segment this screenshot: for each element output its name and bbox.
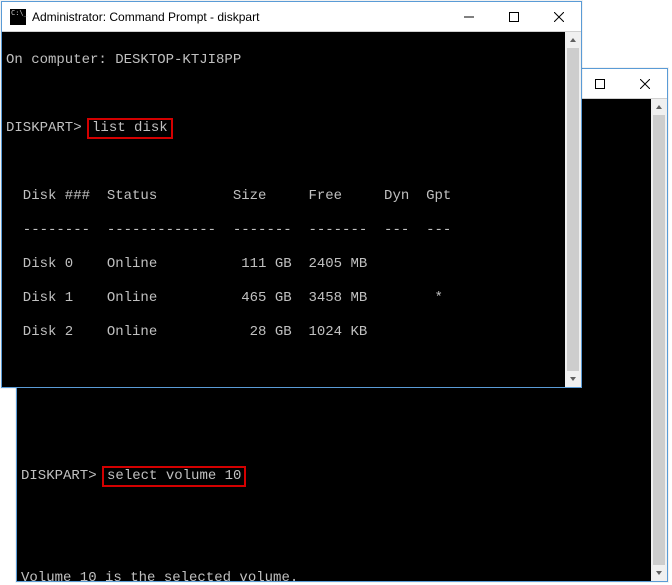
disk-rule: -------- ------------- ------- ------- -… xyxy=(6,222,575,239)
prompt: DISKPART> xyxy=(21,468,97,484)
terminal-front[interactable]: On computer: DESKTOP-KTJI8PP DISKPART> l… xyxy=(2,32,581,387)
disk-header: Disk ### Status Size Free Dyn Gpt xyxy=(6,188,575,205)
disk-row: Disk 0 Online 111 GB 2405 MB xyxy=(6,256,575,273)
msg-selected-volume: Volume 10 is the selected volume. xyxy=(21,570,661,581)
scroll-track[interactable] xyxy=(565,48,581,371)
maximize-button[interactable] xyxy=(491,2,536,31)
window-title-front: Administrator: Command Prompt - diskpart xyxy=(32,10,446,24)
scroll-up-button[interactable] xyxy=(651,99,667,115)
cmd-list-disk: list disk xyxy=(87,118,173,139)
scroll-thumb[interactable] xyxy=(653,115,665,565)
scrollbar-front[interactable] xyxy=(565,32,581,387)
scroll-thumb[interactable] xyxy=(567,48,579,371)
scroll-up-button[interactable] xyxy=(565,32,581,48)
scroll-track[interactable] xyxy=(651,115,667,565)
disk-row: Disk 2 Online 28 GB 1024 KB xyxy=(6,324,575,341)
cmd-window-front: Administrator: Command Prompt - diskpart… xyxy=(1,1,582,388)
minimize-button[interactable] xyxy=(446,2,491,31)
disk-row: Disk 1 Online 465 GB 3458 MB * xyxy=(6,290,575,307)
close-button[interactable] xyxy=(536,2,581,31)
scroll-down-button[interactable] xyxy=(651,565,667,581)
maximize-button[interactable] xyxy=(577,69,622,98)
window-controls-front xyxy=(446,2,581,31)
close-button[interactable] xyxy=(622,69,667,98)
cmd-icon xyxy=(10,9,26,25)
scroll-down-button[interactable] xyxy=(565,371,581,387)
scrollbar-back[interactable] xyxy=(651,99,667,581)
prompt: DISKPART> xyxy=(6,120,82,136)
cmd-select-volume: select volume 10 xyxy=(102,466,246,487)
titlebar-front[interactable]: Administrator: Command Prompt - diskpart xyxy=(2,2,581,32)
computer-line: On computer: DESKTOP-KTJI8PP xyxy=(6,52,575,69)
